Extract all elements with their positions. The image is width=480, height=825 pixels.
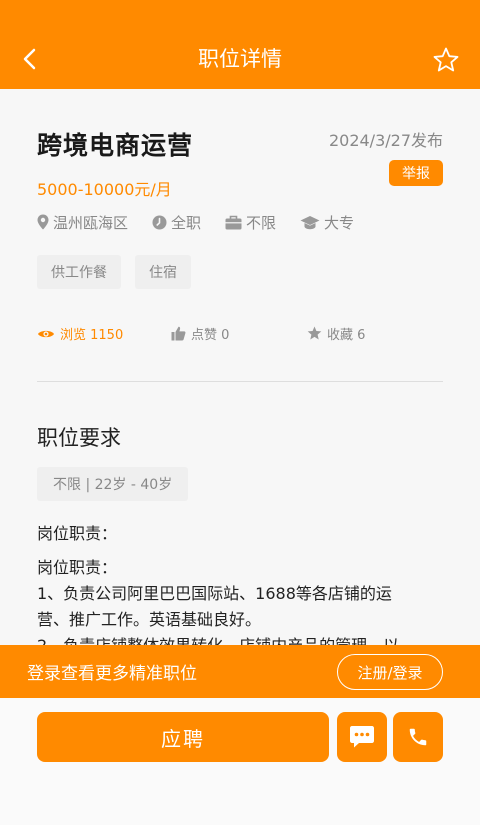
page-title: 职位详情: [198, 47, 282, 71]
meta-location-label: 温州瓯海区: [53, 213, 129, 232]
apply-button[interactable]: 应聘: [37, 712, 329, 762]
register-login-button[interactable]: 注册/登录: [337, 654, 443, 690]
report-button[interactable]: 举报: [389, 160, 443, 186]
section-divider: [37, 381, 443, 382]
meta-experience-label: 不限: [246, 213, 277, 232]
meta-job-type-label: 全职: [171, 213, 202, 232]
meta-location: 温州瓯海区: [37, 212, 128, 233]
description-line: 1、负责公司阿里巴巴国际站、1688等各店铺的运: [37, 584, 392, 603]
salary: 5000-10000元/月: [37, 180, 172, 199]
briefcase-icon: [225, 215, 242, 229]
benefit-tag: 住宿: [135, 255, 191, 289]
star-outline-icon: [433, 47, 459, 72]
job-title: 跨境电商运营: [37, 131, 194, 160]
location-icon: [37, 214, 49, 230]
likes-label: 点赞 0: [191, 328, 230, 343]
call-button[interactable]: [393, 712, 443, 762]
phone-icon: [409, 728, 427, 746]
meta-experience: 不限: [225, 212, 276, 233]
publish-date: 2024/3/27发布: [328, 131, 443, 150]
description-line: 营、推广工作。英语基础良好。: [37, 610, 262, 629]
graduation-cap-icon: [300, 215, 320, 229]
job-description: 岗位职责： 1、负责公司阿里巴巴国际站、1688等各店铺的运 营、推广工作。英语…: [37, 555, 443, 645]
login-prompt-bar: 登录查看更多精准职位 注册/登录: [0, 645, 480, 698]
app-header: 职位详情: [0, 0, 480, 89]
chat-button[interactable]: [337, 712, 387, 762]
bottom-action-bar: 应聘: [0, 698, 480, 825]
requirements-title: 职位要求: [37, 426, 121, 450]
views-stat: 浏览 1150: [37, 324, 123, 343]
meta-education-label: 大专: [324, 213, 355, 232]
job-meta-row: 温州瓯海区 全职 不限 大专: [37, 211, 378, 233]
job-stats: 浏览 1150 点赞 0 收藏 6: [37, 324, 443, 344]
job-detail-content[interactable]: 跨境电商运营 2024/3/27发布 5000-10000元/月 举报 温州瓯海…: [0, 89, 480, 645]
description-line: 2、负责店铺整体效果转化、店铺内产品的管理，以: [37, 633, 443, 645]
description-line: 岗位职责：: [37, 558, 118, 577]
favorites-button[interactable]: 收藏 6: [307, 324, 365, 343]
thumbs-up-icon: [171, 326, 186, 341]
views-label: 浏览 1150: [60, 328, 124, 343]
favorite-button[interactable]: [432, 46, 460, 74]
meta-education: 大专: [300, 212, 354, 233]
meta-job-type: 全职: [152, 212, 201, 233]
login-prompt-text: 登录查看更多精准职位: [27, 664, 197, 684]
clock-icon: [152, 215, 167, 229]
favorites-label: 收藏 6: [327, 328, 366, 343]
benefit-tag: 供工作餐: [37, 255, 121, 289]
star-icon: [307, 326, 322, 340]
duty-label: 岗位职责：: [37, 524, 118, 543]
benefit-tags: 供工作餐 住宿: [37, 255, 205, 289]
chat-bubble-icon: [350, 726, 374, 748]
eye-icon: [38, 330, 54, 337]
likes-button[interactable]: 点赞 0: [171, 324, 229, 343]
requirements-badge: 不限 | 22岁 - 40岁: [37, 467, 189, 501]
